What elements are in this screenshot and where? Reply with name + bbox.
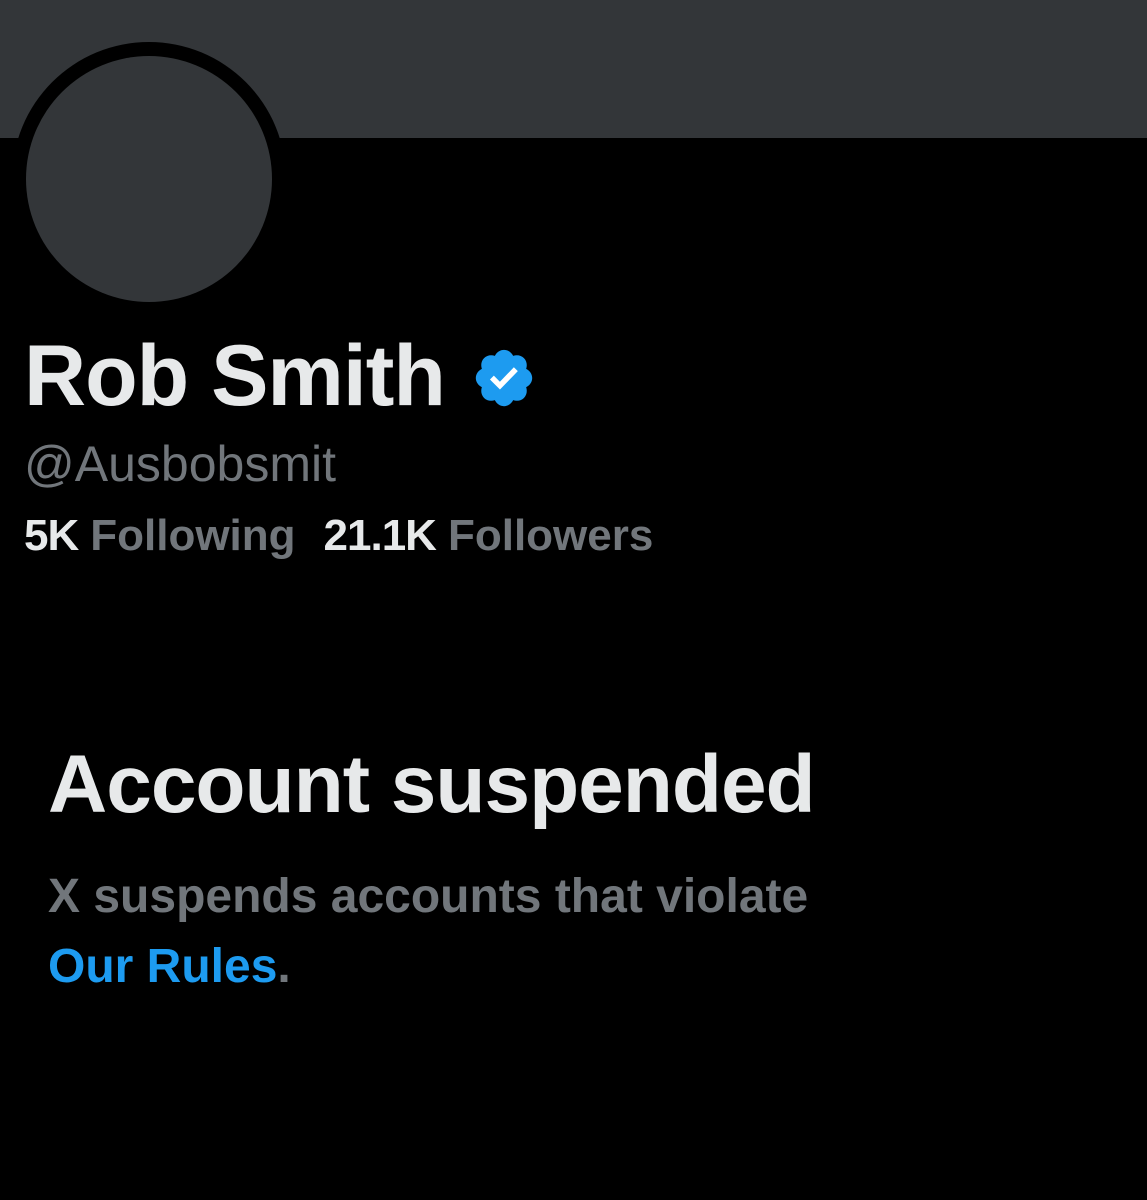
suspension-message-period: . xyxy=(277,940,291,993)
avatar[interactable] xyxy=(12,42,286,316)
profile-stats: 5K Following 21.1K Followers xyxy=(24,508,653,564)
avatar-placeholder xyxy=(26,56,272,302)
our-rules-link[interactable]: Our Rules xyxy=(48,940,277,993)
followers-label: Followers xyxy=(447,511,654,560)
profile-name-row: Rob Smith xyxy=(24,326,537,426)
display-name: Rob Smith xyxy=(24,328,446,424)
following-count: 5K xyxy=(24,511,79,560)
verified-badge-icon[interactable] xyxy=(471,345,537,411)
profile-handle: @Ausbobsmit xyxy=(24,436,336,492)
suspension-message: X suspends accounts that violate Our Rul… xyxy=(48,862,1108,1002)
following-label: Following xyxy=(90,511,296,560)
followers-link[interactable]: 21.1K Followers xyxy=(324,511,654,561)
suspension-message-text: X suspends accounts that violate xyxy=(48,870,809,923)
followers-count: 21.1K xyxy=(323,511,437,560)
suspension-title: Account suspended xyxy=(48,739,816,830)
profile-page: Rob Smith @Ausbobsmit 5K Following 21.1K… xyxy=(0,0,1147,1200)
following-link[interactable]: 5K Following xyxy=(24,511,296,561)
